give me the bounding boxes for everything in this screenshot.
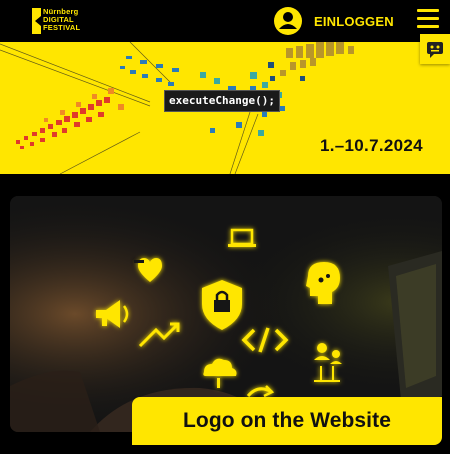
festival-logo[interactable]: Nürnberg DIGITAL FESTIVAL — [32, 8, 80, 34]
login-label: EINLOGGEN — [314, 13, 394, 29]
user-icon — [274, 7, 302, 35]
code-snippet: executeChange(); — [164, 90, 280, 112]
chatbot-icon[interactable] — [420, 34, 450, 64]
festival-banner: executeChange(); 1.–10.7.2024 — [0, 42, 450, 174]
site-header: Nürnberg DIGITAL FESTIVAL EINLOGGEN — [0, 0, 450, 42]
logo-line-3: FESTIVAL — [43, 23, 81, 32]
logo-mark-icon — [32, 8, 41, 34]
hamburger-menu-icon[interactable] — [417, 9, 439, 31]
login-button[interactable]: EINLOGGEN — [274, 7, 394, 35]
image-caption: Logo on the Website — [132, 397, 442, 445]
logo-text: Nürnberg DIGITAL FESTIVAL — [43, 8, 80, 32]
festival-dates: 1.–10.7.2024 — [320, 136, 423, 155]
